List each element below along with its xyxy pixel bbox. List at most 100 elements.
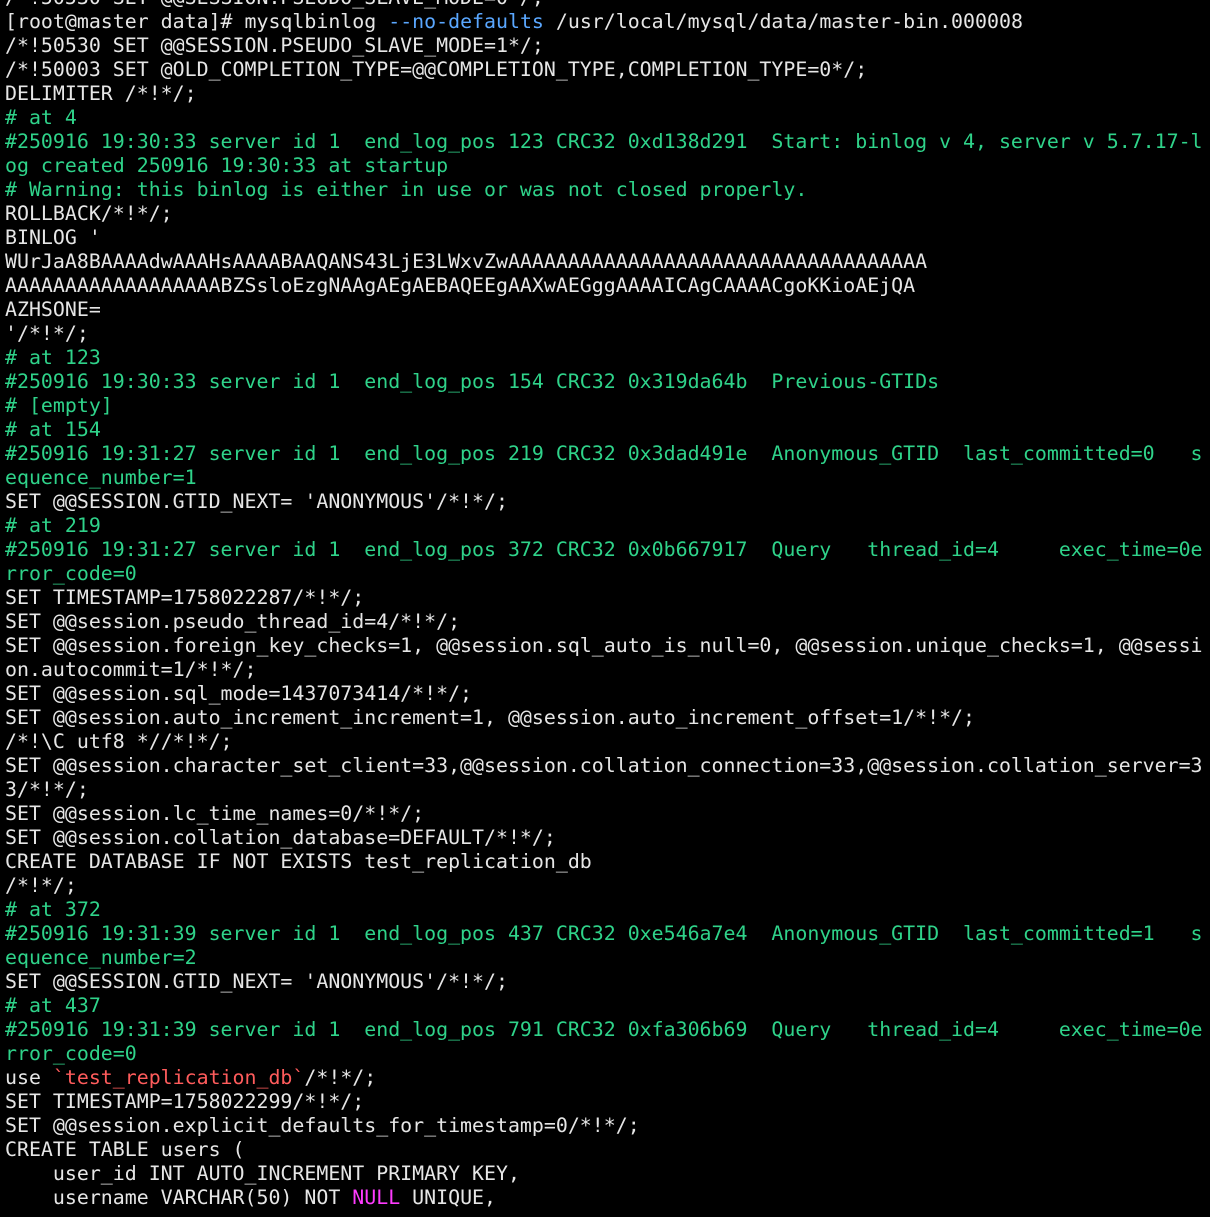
terminal-line: SET @@session.auto_increment_increment=1… (5, 706, 1210, 730)
terminal-line: SET @@session.collation_database=DEFAULT… (5, 826, 1210, 850)
terminal-line: DELIMITER /*!*/; (5, 82, 1210, 106)
terminal-text-default: SET @@session.auto_increment_increment=1… (5, 706, 975, 729)
terminal-line: rror_code=0 (5, 562, 1210, 586)
terminal-text-default: /usr/local/mysql/data/master-bin.000008 (543, 10, 1023, 33)
terminal-line: #250916 19:31:39 server id 1 end_log_pos… (5, 1018, 1210, 1042)
terminal-text-default: AAAAAAAAAAAAAAAAAABZSsloEzgNAAgAEgAEBAQE… (5, 274, 916, 297)
terminal-line: /*!50003 SET @OLD_COMPLETION_TYPE=@@COMP… (5, 58, 1210, 82)
terminal-text-default: ROLLBACK/*!*/; (5, 202, 173, 225)
terminal-text-default: SET TIMESTAMP=1758022287/*!*/; (5, 586, 365, 609)
terminal-text-default: SET @@session.lc_time_names=0/*!*/; (5, 802, 425, 825)
terminal-line: CREATE TABLE users ( (5, 1138, 1210, 1162)
terminal-text-default: SET @@session.explicit_defaults_for_time… (5, 1114, 640, 1137)
terminal-text-default: /*!\C utf8 *//*!*/; (5, 730, 233, 753)
terminal-line: #250916 19:31:27 server id 1 end_log_pos… (5, 442, 1210, 466)
terminal-text-comment: # at 219 (5, 514, 101, 537)
terminal-text-comment: #250916 19:31:39 server id 1 end_log_pos… (5, 922, 1203, 945)
terminal-line: SET @@session.foreign_key_checks=1, @@se… (5, 634, 1210, 658)
terminal-line: #250916 19:31:39 server id 1 end_log_pos… (5, 922, 1210, 946)
terminal-line: rror_code=0 (5, 1042, 1210, 1066)
terminal-text-default: CREATE TABLE users ( (5, 1138, 245, 1161)
terminal-line: use `test_replication_db`/*!*/; (5, 1066, 1210, 1090)
terminal-text-comment: # at 372 (5, 898, 101, 921)
terminal-text-default: SET @@session.collation_database=DEFAULT… (5, 826, 556, 849)
terminal-line: # at 154 (5, 418, 1210, 442)
terminal-line: on.autocommit=1/*!*/; (5, 658, 1210, 682)
terminal-line: # at 372 (5, 898, 1210, 922)
terminal-text-comment: #250916 19:31:27 server id 1 end_log_pos… (5, 442, 1203, 465)
terminal-text-default: /*!*/; (5, 874, 77, 897)
terminal-text-default: /*!50003 SET @OLD_COMPLETION_TYPE=@@COMP… (5, 58, 868, 81)
terminal-text-default: /*!50530 SET @@SESSION.PSEUDO_SLAVE_MODE… (5, 34, 544, 57)
terminal-text-comment: og created 250916 19:30:33 at startup (5, 154, 449, 177)
terminal-text-comment: equence_number=2 (5, 946, 197, 969)
terminal-text-comment: # Warning: this binlog is either in use … (5, 178, 808, 201)
terminal-line: #250916 19:30:33 server id 1 end_log_pos… (5, 370, 1210, 394)
terminal-text-default: WUrJaA8BAAAAdwAAAHsAAAABAAQANS43LjE3LWxv… (5, 250, 928, 273)
terminal-text-default: SET @@session.character_set_client=33,@@… (5, 754, 1203, 777)
terminal-line: username VARCHAR(50) NOT NULL UNIQUE, (5, 1186, 1210, 1210)
terminal-line: # at 4 (5, 106, 1210, 130)
terminal-line: BINLOG ' (5, 226, 1210, 250)
terminal-text-default: /*!50530 SET @@SESSION.PSEUDO_SLAVE_MODE… (5, 0, 544, 9)
terminal-text-comment: #250916 19:30:33 server id 1 end_log_pos… (5, 130, 1203, 153)
terminal-line: WUrJaA8BAAAAdwAAAHsAAAABAAQANS43LjE3LWxv… (5, 250, 1210, 274)
terminal-text-default: username VARCHAR(50) NOT (5, 1186, 353, 1209)
terminal-text-comment: rror_code=0 (5, 1042, 137, 1065)
terminal-text-default: CREATE DATABASE IF NOT EXISTS test_repli… (5, 850, 592, 873)
terminal-text-option: --no-defaults (388, 10, 544, 33)
terminal-line: SET @@session.lc_time_names=0/*!*/; (5, 802, 1210, 826)
terminal-text-default: SET @@SESSION.GTID_NEXT= 'ANONYMOUS'/*!*… (5, 490, 508, 513)
terminal-line: /*!\C utf8 *//*!*/; (5, 730, 1210, 754)
terminal-text-default: SET @@session.foreign_key_checks=1, @@se… (5, 634, 1203, 657)
terminal-text-comment: #250916 19:31:27 server id 1 end_log_pos… (5, 538, 1203, 561)
terminal-line: SET @@SESSION.GTID_NEXT= 'ANONYMOUS'/*!*… (5, 490, 1210, 514)
terminal-line: SET TIMESTAMP=1758022299/*!*/; (5, 1090, 1210, 1114)
terminal-text-comment: # at 437 (5, 994, 101, 1017)
terminal-text-default: SET @@session.sql_mode=1437073414/*!*/; (5, 682, 473, 705)
terminal-line: 3/*!*/; (5, 778, 1210, 802)
terminal-line: equence_number=2 (5, 946, 1210, 970)
terminal-line: og created 250916 19:30:33 at startup (5, 154, 1210, 178)
terminal-line: SET @@session.explicit_defaults_for_time… (5, 1114, 1210, 1138)
terminal-text-keyword: NULL (352, 1186, 401, 1209)
terminal-line: '/*!*/; (5, 322, 1210, 346)
terminal-text-default: /*!*/; (304, 1066, 377, 1089)
terminal-line: CREATE DATABASE IF NOT EXISTS test_repli… (5, 850, 1210, 874)
terminal-text-default: '/*!*/; (5, 322, 89, 345)
terminal-text-default: SET @@session.pseudo_thread_id=4/*!*/; (5, 610, 461, 633)
terminal-window[interactable]: /*!50530 SET @@SESSION.PSEUDO_SLAVE_MODE… (0, 0, 1210, 1210)
terminal-line: AZHSONE= (5, 298, 1210, 322)
terminal-text-comment: #250916 19:30:33 server id 1 end_log_pos… (5, 370, 940, 393)
terminal-text-default: SET TIMESTAMP=1758022299/*!*/; (5, 1090, 365, 1113)
terminal-text-default: UNIQUE, (400, 1186, 496, 1209)
terminal-line: /*!*/; (5, 874, 1210, 898)
terminal-text-default: BINLOG ' (5, 226, 101, 249)
terminal-line: # at 219 (5, 514, 1210, 538)
terminal-text-default: on.autocommit=1/*!*/; (5, 658, 257, 681)
terminal-text-comment: rror_code=0 (5, 562, 137, 585)
terminal-text-default: AZHSONE= (5, 298, 101, 321)
terminal-line: # at 437 (5, 994, 1210, 1018)
terminal-line: SET TIMESTAMP=1758022287/*!*/; (5, 586, 1210, 610)
terminal-line: # [empty] (5, 394, 1210, 418)
terminal-text-comment: # at 4 (5, 106, 77, 129)
terminal-line: ROLLBACK/*!*/; (5, 202, 1210, 226)
terminal-line: user_id INT AUTO_INCREMENT PRIMARY KEY, (5, 1162, 1210, 1186)
terminal-text-default: SET @@SESSION.GTID_NEXT= 'ANONYMOUS'/*!*… (5, 970, 508, 993)
terminal-text-string: `test_replication_db` (52, 1066, 305, 1089)
terminal-line: equence_number=1 (5, 466, 1210, 490)
terminal-text-comment: # [empty] (5, 394, 113, 417)
terminal-text-comment: equence_number=1 (5, 466, 197, 489)
terminal-line: #250916 19:31:27 server id 1 end_log_pos… (5, 538, 1210, 562)
terminal-text-comment: #250916 19:31:39 server id 1 end_log_pos… (5, 1018, 1203, 1041)
terminal-line: SET @@session.sql_mode=1437073414/*!*/; (5, 682, 1210, 706)
terminal-line: [root@master data]# mysqlbinlog --no-def… (5, 10, 1210, 34)
terminal-text-default: DELIMITER /*!*/; (5, 82, 197, 105)
terminal-line: SET @@session.character_set_client=33,@@… (5, 754, 1210, 778)
terminal-text-default: [root@master data]# mysqlbinlog (5, 10, 389, 33)
terminal-text-default: use (5, 1066, 53, 1089)
terminal-line: SET @@session.pseudo_thread_id=4/*!*/; (5, 610, 1210, 634)
terminal-line: #250916 19:30:33 server id 1 end_log_pos… (5, 130, 1210, 154)
terminal-line: /*!50530 SET @@SESSION.PSEUDO_SLAVE_MODE… (5, 0, 1210, 10)
